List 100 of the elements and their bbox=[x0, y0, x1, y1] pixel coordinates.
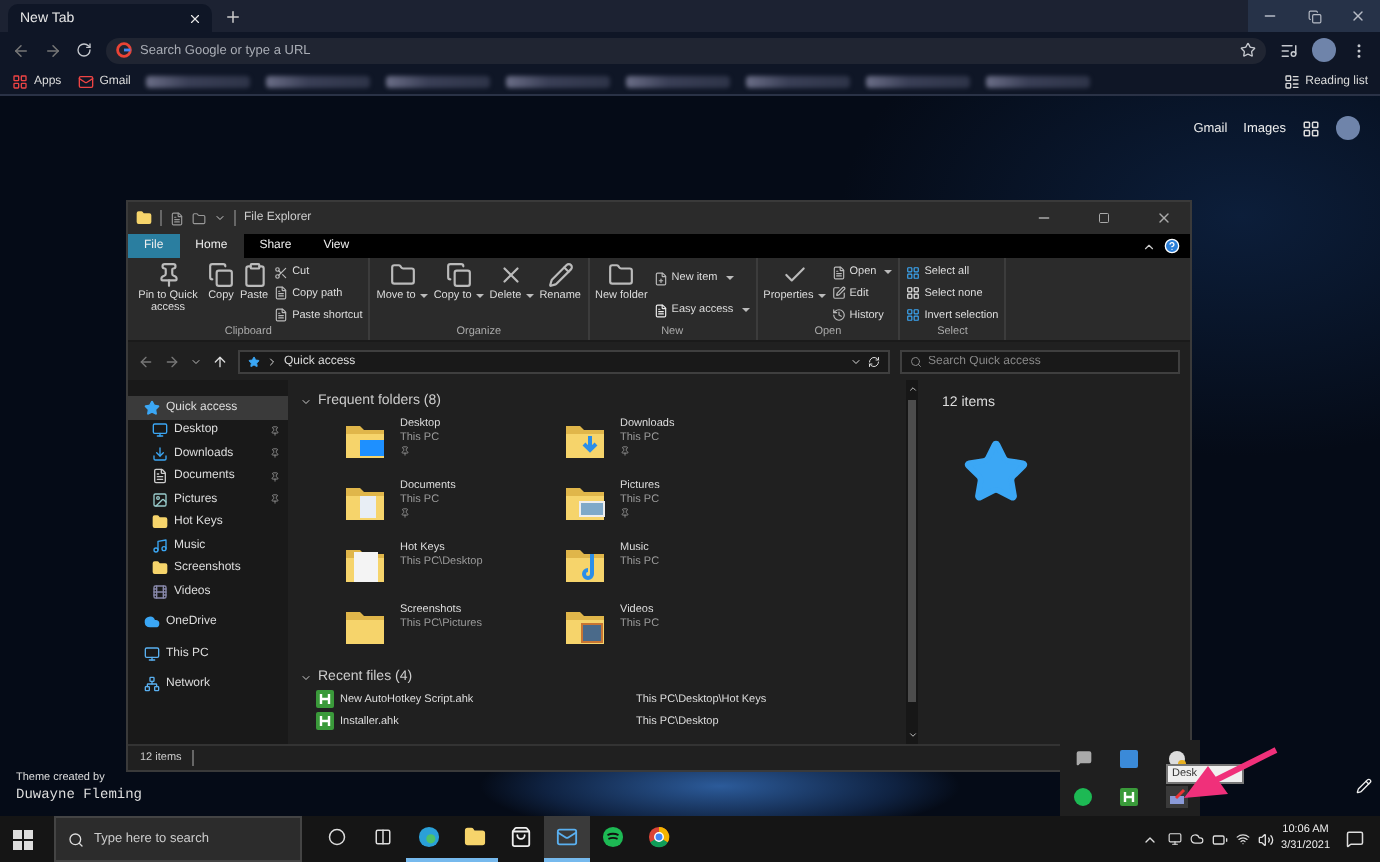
back-icon[interactable] bbox=[138, 353, 154, 369]
new-folder-icon[interactable] bbox=[192, 211, 206, 225]
star-icon bbox=[962, 438, 1030, 506]
bookmark-star-icon[interactable] bbox=[1240, 42, 1256, 58]
blurred-bookmark[interactable] bbox=[986, 75, 1091, 87]
document-icon bbox=[152, 468, 168, 485]
cortana-icon[interactable] bbox=[328, 828, 346, 846]
properties-icon[interactable] bbox=[170, 211, 184, 225]
grid-icon bbox=[906, 286, 921, 301]
store-bag-icon[interactable] bbox=[510, 826, 532, 848]
grid-icon bbox=[906, 308, 921, 323]
download-icon bbox=[152, 445, 168, 462]
maximize-icon[interactable] bbox=[1098, 212, 1110, 224]
battery-icon[interactable] bbox=[1211, 831, 1228, 847]
script-file-icon bbox=[316, 712, 334, 730]
chat-icon[interactable] bbox=[1075, 750, 1092, 766]
apps-grid-icon[interactable] bbox=[1302, 119, 1320, 137]
computer-icon bbox=[144, 645, 160, 662]
picture-icon bbox=[152, 491, 168, 508]
caret-icon[interactable] bbox=[850, 355, 862, 367]
music-app-icon[interactable] bbox=[602, 826, 624, 848]
blurred-bookmark[interactable] bbox=[866, 75, 971, 87]
pencil-icon bbox=[547, 262, 574, 288]
caret-icon bbox=[741, 308, 750, 312]
document-icon bbox=[653, 303, 668, 317]
caret-icon bbox=[817, 293, 826, 298]
star-icon bbox=[248, 355, 260, 367]
blurred-bookmark[interactable] bbox=[386, 75, 491, 87]
clipboard-icon bbox=[241, 262, 268, 288]
avatar[interactable] bbox=[1336, 116, 1360, 140]
pencil-icon[interactable] bbox=[1356, 778, 1372, 794]
pin-icon bbox=[270, 494, 280, 505]
wifi-icon[interactable] bbox=[1235, 832, 1250, 846]
history-icon bbox=[831, 308, 846, 323]
browser-icon[interactable] bbox=[648, 826, 670, 848]
folder-icon[interactable] bbox=[464, 826, 486, 848]
pin-icon bbox=[400, 508, 410, 519]
app-icon[interactable] bbox=[1165, 785, 1188, 807]
volume-icon[interactable] bbox=[1257, 831, 1274, 847]
pin-icon bbox=[270, 448, 280, 459]
script-file-icon[interactable] bbox=[1120, 787, 1139, 805]
cloud-icon[interactable] bbox=[1189, 832, 1204, 846]
close-icon[interactable] bbox=[1350, 8, 1366, 24]
collapse-ribbon-icon[interactable] bbox=[1142, 239, 1156, 253]
folder-icon bbox=[152, 560, 168, 577]
cloud-icon bbox=[144, 614, 160, 631]
browser-icon[interactable] bbox=[418, 826, 440, 848]
network-icon bbox=[144, 676, 160, 693]
pin-icon bbox=[620, 446, 630, 457]
close-icon[interactable] bbox=[1156, 210, 1172, 226]
folder-icon bbox=[136, 210, 152, 226]
refresh-icon[interactable] bbox=[868, 355, 880, 367]
music-note-icon bbox=[152, 537, 168, 554]
app-icon[interactable] bbox=[1120, 749, 1139, 767]
scrollbar[interactable] bbox=[906, 380, 918, 744]
star-icon bbox=[144, 399, 160, 416]
folder-icon bbox=[608, 262, 635, 288]
blurred-bookmark[interactable] bbox=[506, 75, 611, 87]
avatar[interactable] bbox=[1312, 38, 1336, 62]
forward-icon[interactable] bbox=[164, 353, 180, 369]
mail-icon bbox=[77, 73, 94, 89]
back-icon[interactable] bbox=[12, 41, 30, 59]
caret-icon bbox=[525, 293, 534, 298]
pin-icon bbox=[270, 471, 280, 482]
blurred-bookmark[interactable] bbox=[266, 75, 371, 87]
recent-locations-icon[interactable] bbox=[190, 355, 202, 367]
network-icon[interactable] bbox=[1167, 832, 1182, 846]
new-file-icon bbox=[653, 271, 668, 285]
delete-icon bbox=[498, 262, 525, 288]
document-icon bbox=[831, 265, 846, 280]
grid-icon bbox=[906, 265, 921, 280]
folder-icon bbox=[152, 514, 168, 531]
apps-grid-icon bbox=[12, 73, 28, 89]
pin-icon bbox=[620, 508, 630, 519]
scissors-icon bbox=[274, 265, 289, 280]
caret-icon[interactable] bbox=[214, 212, 226, 224]
caret-icon bbox=[884, 270, 893, 275]
up-icon[interactable] bbox=[212, 353, 228, 369]
help-icon[interactable] bbox=[1164, 238, 1180, 254]
forward-icon[interactable] bbox=[44, 41, 62, 59]
caret-icon bbox=[475, 293, 484, 298]
scroll-down-icon[interactable] bbox=[907, 730, 917, 740]
pin-icon bbox=[270, 425, 280, 436]
music-app-icon[interactable] bbox=[1074, 787, 1093, 805]
blurred-bookmark[interactable] bbox=[746, 75, 851, 87]
reload-icon[interactable] bbox=[76, 42, 92, 58]
blurred-bookmark[interactable] bbox=[626, 75, 731, 87]
new-tab-icon[interactable] bbox=[224, 8, 242, 26]
notifications-icon[interactable] bbox=[1346, 830, 1364, 848]
desktop-icon bbox=[152, 422, 168, 439]
task-view-icon[interactable] bbox=[374, 828, 392, 846]
restore-icon[interactable] bbox=[1307, 9, 1321, 23]
reading-list-icon bbox=[1283, 73, 1300, 89]
scroll-up-icon[interactable] bbox=[907, 384, 917, 394]
copy-icon bbox=[445, 262, 472, 288]
search-icon bbox=[910, 355, 922, 367]
blurred-bookmark[interactable] bbox=[146, 75, 251, 87]
mail-icon[interactable] bbox=[556, 826, 578, 848]
google-icon bbox=[116, 42, 132, 58]
reading-list-icon[interactable] bbox=[1280, 41, 1298, 59]
